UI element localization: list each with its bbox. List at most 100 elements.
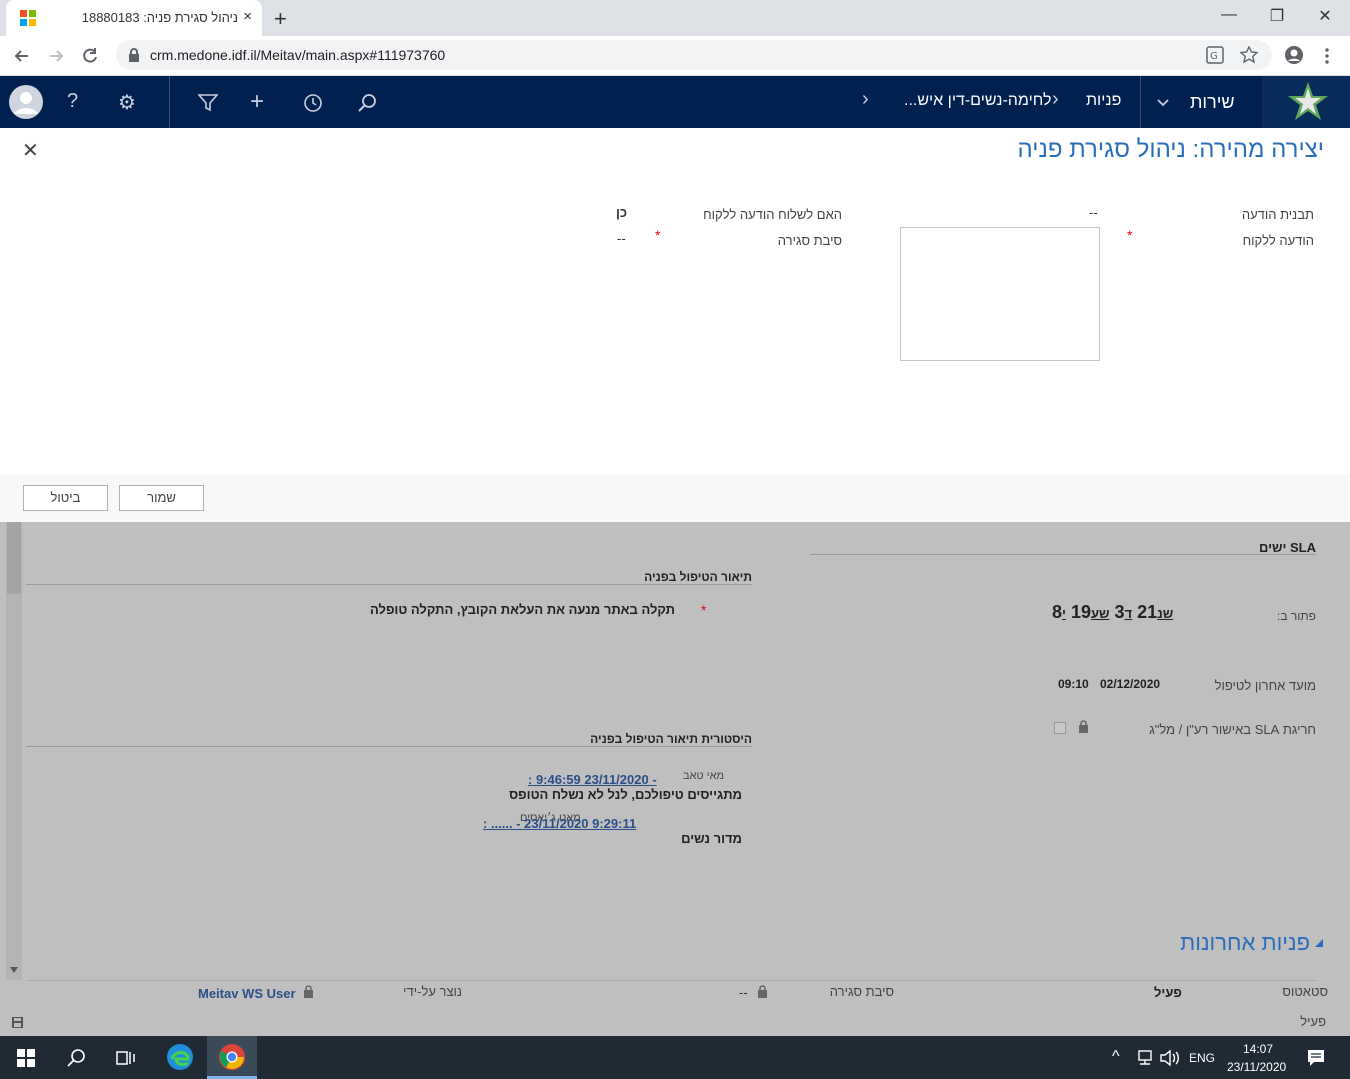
handling-description-value: תקלה באתר מנעה את העלאת הקובץ, התקלה טופ…	[370, 602, 675, 617]
back-arrow-icon[interactable]	[12, 46, 32, 66]
nav-requests[interactable]: פניות	[1086, 92, 1121, 110]
profile-icon[interactable]	[1284, 45, 1304, 65]
timer-minutes: 3	[1114, 602, 1125, 622]
gear-icon[interactable]: ⚙	[118, 90, 136, 115]
avatar[interactable]	[8, 84, 44, 120]
history-link[interactable]: : ...... - 23/11/2020 9:29:11	[483, 816, 636, 831]
status-label: סטאטוס	[1282, 984, 1328, 999]
browser-tab-bar: ניהול סגירת פניה: 18880183 × + — ❐ ✕	[0, 0, 1350, 36]
search-icon[interactable]	[357, 93, 377, 113]
minimize-button[interactable]: —	[1214, 6, 1244, 24]
breadcrumb-record[interactable]: לחימה-נשים-דין איש...	[904, 92, 1051, 110]
history-text: מתגייסים טיפולכם, לנל לא נשלח הטופס	[509, 787, 742, 802]
timer-days: 8	[1052, 602, 1063, 622]
plus-icon[interactable]: +	[250, 88, 264, 116]
dialog-close-icon[interactable]: ✕	[22, 138, 39, 163]
url-text: crm.medone.idf.il/Meitav/main.aspx#11197…	[150, 47, 446, 63]
browser-tab[interactable]: ניהול סגירת פניה: 18880183 ×	[6, 0, 262, 36]
sla-timer: שנ21 ד3 שע19 י8	[1052, 602, 1173, 623]
message-template-value[interactable]: --	[1089, 205, 1098, 220]
customer-message-textarea[interactable]	[900, 227, 1100, 361]
notification-icon[interactable]	[1306, 1048, 1326, 1068]
created-by-label: נוצר על-ידי	[403, 984, 462, 999]
divider	[26, 584, 752, 585]
task-view-icon[interactable]	[116, 1048, 136, 1068]
resolve-by-label: פתור ב:	[1277, 609, 1316, 623]
tray-chevron-icon[interactable]: ^	[1112, 1048, 1120, 1066]
search-icon[interactable]	[66, 1048, 86, 1068]
logo-icon	[1288, 82, 1328, 120]
chevron-down-icon[interactable]	[1156, 98, 1170, 108]
bookmark-star-icon[interactable]	[1240, 46, 1258, 64]
tab-title: ניהול סגירת פניה: 18880183	[81, 10, 238, 25]
breadcrumb-separator-icon: ‹	[1052, 88, 1059, 110]
send-message-label: האם לשלוח הודעה ללקוח	[703, 207, 842, 222]
clock-time[interactable]: 14:07	[1243, 1042, 1273, 1056]
browser-toolbar: crm.medone.idf.il/Meitav/main.aspx#11197…	[0, 36, 1350, 76]
browser-menu-icon[interactable]	[1320, 46, 1334, 66]
help-icon[interactable]: ?	[67, 90, 78, 113]
dialog-title: יצירה מהירה: ניהול סגירת פניה	[1017, 136, 1324, 163]
required-marker: *	[701, 602, 707, 618]
sla-breach-checkbox[interactable]	[1054, 722, 1066, 734]
required-marker: *	[1127, 227, 1133, 243]
scroll-down-arrow-icon[interactable]	[9, 966, 19, 974]
language-indicator[interactable]: ENG	[1189, 1051, 1215, 1065]
nav-divider	[1140, 76, 1141, 128]
save-button[interactable]: שמור	[119, 485, 204, 511]
timer-minutes-unit: ד	[1124, 606, 1133, 621]
clock-date[interactable]: 23/11/2020	[1227, 1060, 1286, 1074]
history-author: מאי טאב	[683, 770, 725, 782]
restore-button[interactable]: ❐	[1262, 6, 1292, 26]
status-value: פעיל	[1154, 985, 1182, 1000]
scrollbar-thumb[interactable]	[7, 522, 21, 594]
windows-start-icon[interactable]	[17, 1049, 35, 1067]
timer-seconds: 21	[1137, 602, 1158, 622]
history-header: היסטורית תיאור הטיפול בפניה	[590, 732, 752, 746]
required-marker: *	[655, 227, 661, 243]
breadcrumb-back-chevron-icon[interactable]: ‹	[862, 88, 869, 111]
closure-reason-value[interactable]: --	[617, 231, 626, 246]
logo-area	[1262, 76, 1350, 128]
translate-icon[interactable]: G	[1206, 46, 1224, 64]
customer-message-label: הודעה ללקוח	[1242, 233, 1314, 248]
crm-nav-bar: ? ⚙ + ‹ לחימה-נשים-דין איש... ‹ פניות שי…	[0, 76, 1350, 128]
address-bar[interactable]: crm.medone.idf.il/Meitav/main.aspx#11197…	[116, 40, 1272, 70]
timer-hours: 19	[1070, 602, 1091, 622]
forward-arrow-icon[interactable]	[46, 46, 66, 66]
collapse-arrow-icon[interactable]	[1314, 938, 1324, 948]
history-text: מדור נשים	[681, 831, 742, 846]
message-template-label: תבנית הודעה	[1241, 207, 1314, 222]
divider	[26, 980, 1316, 981]
footer-closure-reason-label: סיבת סגירה	[829, 984, 894, 999]
save-disk-icon[interactable]	[11, 1016, 24, 1029]
created-by-value[interactable]: Meitav WS User	[198, 986, 296, 1001]
network-icon[interactable]	[1136, 1050, 1154, 1066]
windows-favicon-icon	[20, 10, 36, 26]
chrome-taskbar-button[interactable]	[207, 1036, 257, 1079]
recent-requests-header[interactable]: פניות אחרונות	[1180, 930, 1310, 956]
send-message-value[interactable]: כן	[616, 205, 627, 220]
background-form: SLA ישים פתור ב: שנ21 ד3 שע19 י8 מועד אח…	[0, 522, 1350, 1036]
last-due-time: 09:10	[1058, 677, 1089, 691]
reload-icon[interactable]	[80, 46, 100, 66]
chrome-icon	[219, 1044, 245, 1070]
nav-service[interactable]: שירות	[1190, 92, 1235, 113]
history-icon[interactable]	[303, 93, 323, 113]
divider	[810, 554, 1316, 555]
filter-icon[interactable]	[198, 94, 218, 112]
history-link[interactable]: : 9:46:59 23/11/2020 -	[528, 772, 657, 787]
bottom-status-value: פעיל	[1300, 1014, 1326, 1029]
volume-icon[interactable]	[1160, 1050, 1180, 1066]
last-due-date: 02/12/2020	[1100, 677, 1161, 691]
closure-reason-label: סיבת סגירה	[777, 233, 842, 248]
lock-icon	[129, 48, 139, 62]
window-close-button[interactable]: ✕	[1310, 6, 1340, 26]
new-tab-button[interactable]: +	[274, 6, 287, 32]
tab-close-icon[interactable]: ×	[243, 8, 252, 25]
cancel-button[interactable]: ביטול	[23, 485, 108, 511]
lock-icon	[304, 985, 313, 998]
edge-browser-icon[interactable]	[166, 1043, 194, 1071]
dialog-footer: שמור ביטול	[0, 474, 1350, 522]
last-due-label: מועד אחרון לטיפול	[1214, 678, 1316, 693]
